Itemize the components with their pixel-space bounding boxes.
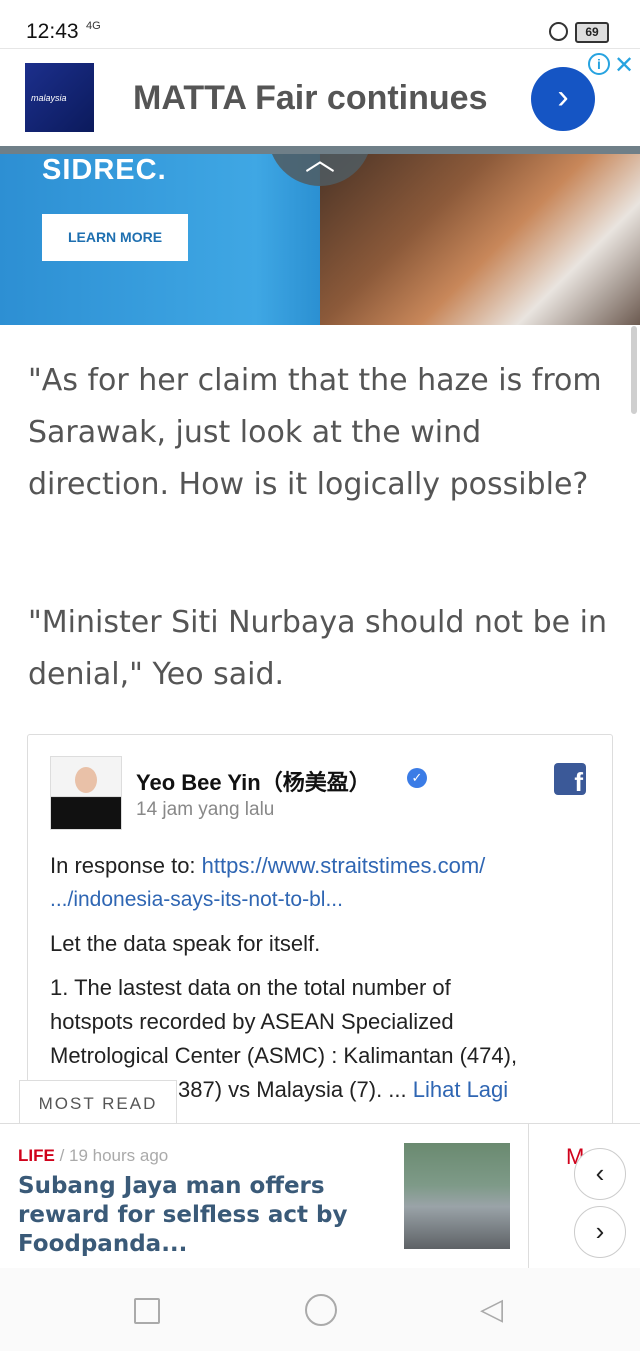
status-time: 12:43: [26, 20, 79, 43]
ad-title[interactable]: MATTA Fair continues: [133, 79, 487, 118]
embed-text-line: hotspots recorded by ASEAN Specialized: [50, 1009, 454, 1034]
hero-ad[interactable]: SIDREC. LEARN MORE ︿: [0, 154, 640, 325]
embed-link[interactable]: https://www.straitstimes.com/: [202, 853, 486, 878]
carousel-divider: [528, 1124, 529, 1268]
ad-go-button[interactable]: ›: [531, 67, 595, 131]
embed-time[interactable]: 14 jam yang lalu: [136, 799, 274, 821]
carousel-prev-button[interactable]: ‹: [574, 1148, 626, 1200]
embed-text-line: Let the data speak for itself.: [50, 931, 321, 956]
most-read-headline[interactable]: Subang Jaya man offers reward for selfle…: [18, 1172, 388, 1259]
avatar[interactable]: [50, 756, 122, 830]
scrollbar[interactable]: [631, 326, 637, 414]
article-paragraph: "Minister Siti Nurbaya should not be in …: [28, 605, 607, 692]
back-icon[interactable]: ◁: [480, 1292, 503, 1327]
malaysia-airlines-logo: malaysia: [25, 63, 94, 132]
alarm-icon: [549, 22, 568, 41]
battery-indicator: 69: [575, 22, 609, 43]
network-indicator: 4G: [86, 20, 101, 32]
ad-divider: [0, 146, 640, 154]
article-thumbnail[interactable]: [404, 1143, 510, 1249]
see-more-link[interactable]: Lihat Lagi: [413, 1077, 508, 1102]
embed-link-continued[interactable]: .../indonesia-says-its-not-to-bl...: [50, 883, 590, 917]
facebook-icon[interactable]: f: [554, 763, 586, 797]
system-nav-bar: ◁: [0, 1268, 640, 1351]
recents-icon[interactable]: [134, 1298, 160, 1324]
embed-text-line: 387) vs Malaysia (7). ... Lihat Lagi: [178, 1077, 509, 1102]
article-category: LIFE / 19 hours ago: [18, 1146, 169, 1165]
embed-author[interactable]: Yeo Bee Yin（杨美盈）: [136, 765, 371, 797]
embed-response: In response to: https://www.straitstimes…: [50, 853, 486, 878]
learn-more-button[interactable]: LEARN MORE: [42, 214, 188, 261]
verified-badge-icon: ✓: [407, 768, 427, 788]
embed-text-line: Metrological Center (ASMC) : Kalimantan …: [50, 1043, 518, 1068]
embed-text-line: 1. The lastest data on the total number …: [50, 975, 451, 1000]
article-paragraph: "As for her claim that the haze is from …: [28, 363, 602, 502]
carousel-next-button[interactable]: ›: [574, 1206, 626, 1258]
most-read-carousel[interactable]: LIFE / 19 hours ago Subang Jaya man offe…: [0, 1123, 640, 1269]
most-read-tab[interactable]: MOST READ: [19, 1080, 177, 1125]
ad-banner[interactable]: malaysia MATTA Fair continues › i ✕: [0, 48, 640, 148]
status-bar: 12:43 4G 69: [0, 0, 640, 48]
ad-info-icon[interactable]: i: [588, 53, 610, 75]
hero-image: [320, 154, 640, 325]
hero-heading: SIDREC.: [42, 154, 167, 186]
home-icon[interactable]: [305, 1294, 337, 1326]
ad-close-icon[interactable]: ✕: [614, 51, 634, 80]
